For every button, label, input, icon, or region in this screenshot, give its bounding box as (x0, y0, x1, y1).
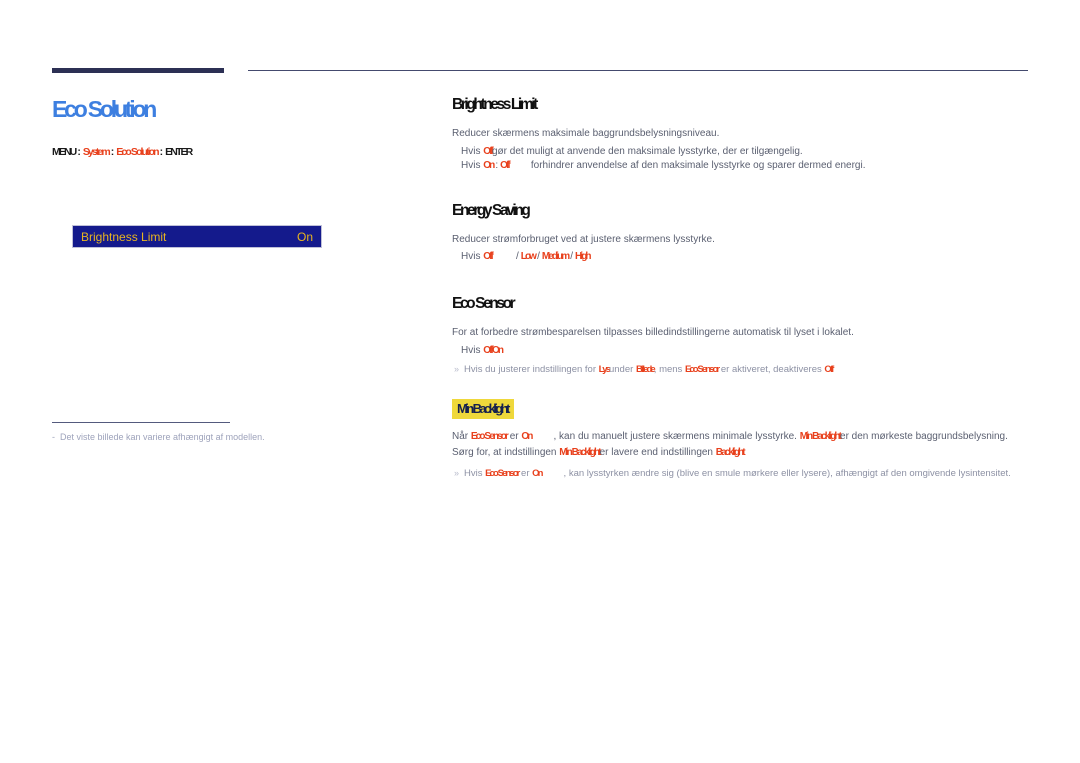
option-lead: Hvis (461, 251, 481, 262)
note-keyword-off: Off (824, 363, 834, 375)
breadcrumb-level-1: System (82, 145, 111, 158)
paragraph-mid-1: er (509, 431, 519, 443)
osd-menu-row-brightness-limit[interactable]: Brightness Limit On (72, 225, 322, 248)
option-keyword-off-2: Off (500, 159, 511, 171)
note-pre: Hvis du justerer indstillingen for (464, 363, 597, 375)
breadcrumb-separator-1: : (77, 145, 81, 158)
header-rule-thin (248, 70, 1028, 71)
option-choice-low: Low (520, 251, 537, 262)
note-pre: Hvis (464, 468, 483, 480)
option-choice-high: High (575, 251, 591, 262)
section-heading-energy-saving: Energy Saving (452, 201, 531, 219)
option-choice-medium: Medium (541, 251, 570, 262)
paragraph-keyword-eco-sensor: Eco Sensor (470, 431, 509, 443)
paragraph-keyword-backlight: Backlight (715, 446, 746, 458)
note-keyword-billede: Billede (635, 363, 656, 375)
paragraph-keyword-min-backlight-2: Min Backlight (559, 446, 601, 458)
note-bullet: » (454, 363, 460, 374)
footnote-text: Det viste billede kan variere afhængigt … (60, 432, 265, 442)
header-rule-thick (52, 68, 224, 73)
section-body-brightness-limit: Reducer skærmens maksimale baggrundsbely… (452, 128, 720, 139)
option-tail: gør det muligt at anvende den maksimale … (491, 145, 803, 157)
note-keyword-eco-sensor: Eco Sensor (485, 468, 520, 480)
option-line-eco-sensor: Hvis OffOn (452, 345, 1032, 356)
option-keyword-off: Off (483, 145, 494, 157)
option-choice-on: On (491, 344, 504, 356)
option-keyword-on: On (483, 159, 495, 171)
option-separator-2: / (537, 251, 540, 262)
section-heading-eco-sensor: Eco Sensor (452, 295, 516, 312)
option-choice-off: Off (483, 251, 494, 262)
option-lead: Hvis (461, 159, 481, 171)
paragraph-mid-4: er lavere end indstillingen (599, 446, 713, 458)
option-lead: Hvis (461, 344, 481, 356)
option-line-brightness-limit-off: Hvis Offgør det muligt at anvende den ma… (452, 146, 1032, 157)
footnote-divider (52, 422, 230, 423)
paragraph-keyword-on: On (521, 431, 533, 443)
note-mid-2: , mens (653, 363, 683, 375)
osd-menu-label: Brightness Limit (81, 229, 167, 244)
note-eco-sensor: » Hvis du justerer indstillingen for Lysu… (452, 363, 1032, 378)
option-line-energy-saving: Hvis Off / Low / Medium / High (452, 251, 1032, 262)
left-column: Eco Solution MENU: System: Eco Solution: EN… (52, 96, 412, 158)
breadcrumb: MENU: System: Eco Solution: ENTER (52, 146, 412, 158)
footnote: - Det viste billede kan variere afhængigt… (52, 432, 382, 442)
right-column: Brightness Limit Reducer skærmens maksim… (452, 96, 1032, 482)
note-bullet: » (454, 468, 460, 479)
note-keyword-eco-sensor: Eco Sensor (684, 363, 720, 375)
section-body-eco-sensor: For at forbedre strømbesparelsen tilpass… (452, 327, 854, 338)
note-mid-1: er (521, 468, 530, 480)
footnote-dash: - (52, 432, 55, 442)
paragraph-keyword-min-backlight: Min Backlight (799, 431, 842, 443)
option-tail: forhindrer anvendelse af den maksimale l… (530, 159, 866, 171)
breadcrumb-level-2: Eco Solution (116, 145, 159, 158)
section-body-min-backlight: Når Eco Sensor er On , kan du manuelt jus… (452, 429, 1032, 460)
note-mid-3: er aktiveret, deaktiveres (720, 363, 822, 375)
paragraph-mid-2: , kan du manuelt justere skærmens minima… (553, 431, 797, 443)
option-line-brightness-limit-on: Hvis On: Off forhindrer anvendelse af den … (461, 159, 866, 171)
note-min-backlight: » Hvis Eco Sensor er On , kan lysstyrken æ… (452, 467, 1032, 482)
option-separator-3: / (570, 251, 574, 262)
option-lead: Hvis (461, 145, 481, 157)
option-separator-1: / (515, 251, 519, 262)
section-body-energy-saving: Reducer strømforbruget ved at justere sk… (452, 233, 715, 245)
section-heading-min-backlight: Min Backlight (452, 399, 514, 420)
note-keyword-lys: Lys (598, 363, 611, 375)
note-keyword-on: On (532, 468, 543, 480)
breadcrumb-enter: ENTER (165, 145, 193, 158)
paragraph-pre: Når (452, 431, 469, 443)
section-heading-brightness-limit: Brightness Limit (452, 96, 538, 113)
breadcrumb-menu: MENU (52, 145, 77, 158)
page-title: Eco Solution (52, 96, 157, 122)
note-mid-1: under (608, 363, 634, 375)
option-choice-off: Off (483, 344, 494, 356)
note-tail: , kan lysstyrken ændre sig (blive en smu… (563, 468, 1011, 480)
osd-menu-value: On (296, 229, 313, 244)
